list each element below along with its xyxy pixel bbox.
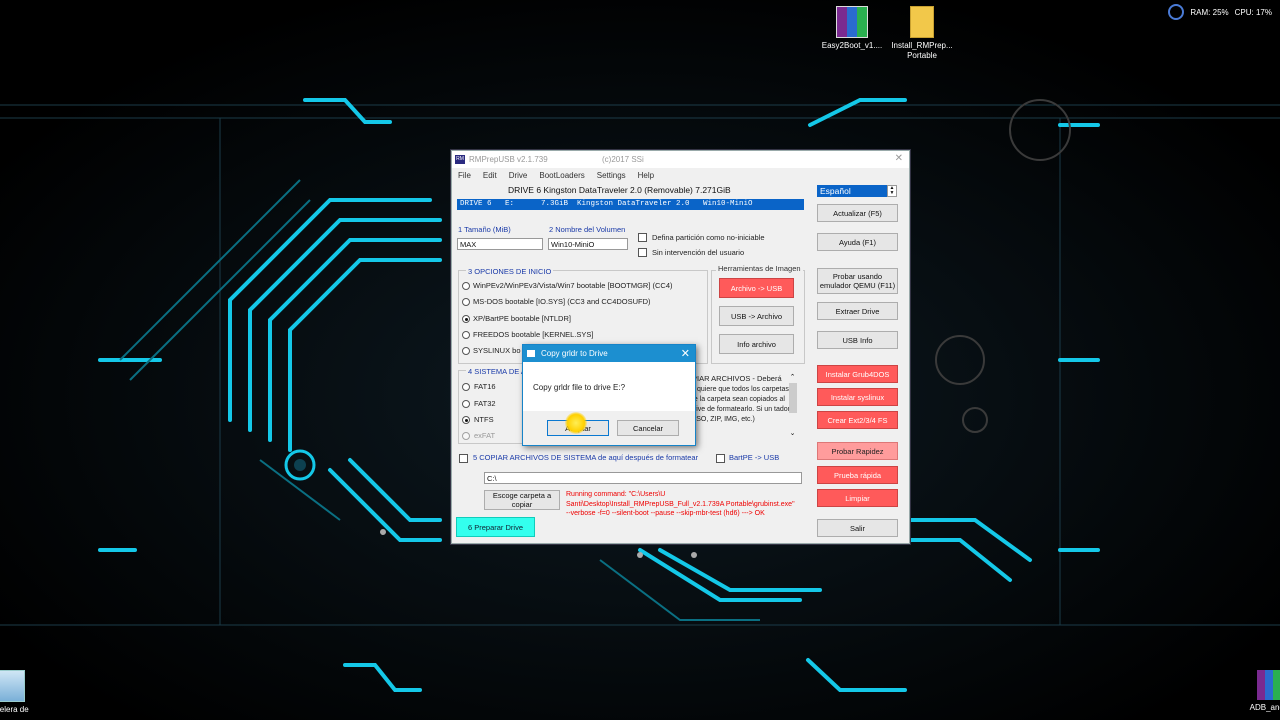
copy-system-files-checkbox[interactable] bbox=[459, 454, 468, 463]
copy-files-description: si quiere que todos los carpetas de la c… bbox=[690, 386, 790, 423]
radio-freedos[interactable] bbox=[462, 331, 470, 339]
image-tools-label: Herramientas de Imagen bbox=[716, 264, 803, 273]
close-icon[interactable]: ✕ bbox=[681, 347, 690, 360]
bartpe-label: BartPE -> USB bbox=[729, 453, 780, 462]
non-bootable-checkbox[interactable] bbox=[638, 233, 647, 242]
create-ext-fs-button[interactable]: Crear Ext2/3/4 FS bbox=[817, 411, 898, 429]
non-bootable-label: Defina partición como no-iniciable bbox=[652, 233, 765, 242]
menu-file[interactable]: File bbox=[452, 169, 477, 183]
command-log: Running command: "C:\Users\U Santi\Deskt… bbox=[566, 491, 795, 517]
refresh-button[interactable]: Actualizar (F5) bbox=[817, 204, 898, 222]
prepare-drive-button[interactable]: 6 Preparar Drive bbox=[456, 517, 535, 537]
system-monitor: RAM: 25% CPU: 17% bbox=[1168, 4, 1272, 20]
fs-fat16: FAT16 bbox=[474, 382, 496, 391]
fs-exfat: exFAT bbox=[474, 431, 496, 440]
menu-drive[interactable]: Drive bbox=[503, 169, 534, 183]
radio-ntfs[interactable] bbox=[462, 416, 470, 424]
boot-option-msdos: MS-DOS bootable [IO.SYS] (CC3 and CC4DOS… bbox=[473, 297, 651, 306]
menu-bootloaders[interactable]: BootLoaders bbox=[533, 169, 590, 183]
desktop-icon-recycle-bin[interactable]: pelera de bbox=[0, 670, 47, 715]
fs-fat32: FAT32 bbox=[474, 399, 496, 408]
source-path-input[interactable]: C:\ bbox=[484, 472, 802, 484]
scroll-up-icon[interactable]: ⌃ bbox=[788, 373, 797, 381]
boot-options-label: 3 OPCIONES DE INICIO bbox=[466, 267, 554, 276]
usb-info-button[interactable]: USB Info bbox=[817, 331, 898, 349]
menu-settings[interactable]: Settings bbox=[591, 169, 632, 183]
usb-to-file-button[interactable]: USB -> Archivo bbox=[719, 306, 794, 326]
radio-fat32[interactable] bbox=[462, 400, 470, 408]
archive-icon bbox=[1257, 670, 1280, 700]
exit-button[interactable]: Salir bbox=[817, 519, 898, 537]
dialog-title: Copy grldr to Drive bbox=[541, 349, 608, 358]
dialog-titlebar[interactable]: Copy grldr to Drive ✕ bbox=[523, 345, 695, 362]
monitor-gauge-icon bbox=[1168, 4, 1185, 20]
desktop-icon-adb[interactable]: ADB_and_ bbox=[1234, 670, 1280, 713]
recycle-bin-icon bbox=[0, 670, 25, 702]
volume-name-label: 2 Nombre del Volumen bbox=[549, 225, 626, 234]
copy-system-files-label: 5 COPIAR ARCHIVOS DE SISTEMA de aquí des… bbox=[473, 453, 699, 462]
copy-files-header: PIAR ARCHIVOS - Deberá bbox=[692, 374, 782, 383]
clean-button[interactable]: Limpiar bbox=[817, 489, 898, 507]
menu-bar: File Edit Drive BootLoaders Settings Hel… bbox=[452, 169, 909, 183]
filesystem-label: 4 SISTEMA DE A bbox=[466, 367, 528, 376]
window-title: RMPrepUSB v2.1.739 bbox=[469, 155, 548, 164]
qemu-test-button[interactable]: Probar usando emulador QEMU (F11) bbox=[817, 268, 898, 294]
ram-readout: RAM: 25% bbox=[1190, 7, 1229, 17]
window-copyright: (c)2017 SSi bbox=[602, 155, 644, 164]
boot-option-syslinux: SYSLINUX bo bbox=[473, 346, 521, 355]
boot-option-winpe: WinPEv2/WinPEv3/Vista/Win7 bootable [BOO… bbox=[473, 281, 673, 290]
install-syslinux-button[interactable]: Instalar syslinux bbox=[817, 388, 898, 406]
desktop-icon-label: Easy2Boot_v1.... bbox=[821, 41, 883, 50]
dialog-message: Copy grldr file to drive E:? bbox=[533, 383, 626, 392]
radio-msdos[interactable] bbox=[462, 298, 470, 306]
file-info-button[interactable]: Info archivo bbox=[719, 334, 794, 354]
volume-name-input[interactable]: Win10-MiniO bbox=[548, 238, 628, 250]
spin-arrows-icon[interactable]: ▲ ▼ bbox=[887, 185, 897, 197]
fs-ntfs: NTFS bbox=[474, 415, 494, 424]
app-icon: RM bbox=[455, 155, 465, 164]
eject-drive-button[interactable]: Extraer Drive bbox=[817, 302, 898, 320]
desktop-icon-label: ADB_and_ bbox=[1249, 703, 1280, 712]
boot-option-freedos: FREEDOS bootable [KERNEL.SYS] bbox=[473, 330, 594, 339]
language-select[interactable]: Español bbox=[817, 185, 887, 197]
cancel-button[interactable]: Cancelar bbox=[617, 420, 679, 436]
cpu-readout: CPU: 17% bbox=[1234, 7, 1272, 17]
menu-help[interactable]: Help bbox=[632, 169, 660, 183]
radio-syslinux[interactable] bbox=[462, 347, 470, 355]
radio-winpe[interactable] bbox=[462, 282, 470, 290]
window-titlebar[interactable]: RM RMPrepUSB v2.1.739 (c)2017 SSi ✕ bbox=[452, 151, 909, 168]
desktop-icon-label: Install_RMPrep... Portable bbox=[891, 41, 953, 60]
radio-fat16[interactable] bbox=[462, 383, 470, 391]
desktop-icon-install-rmprepusb[interactable]: Install_RMPrep... Portable bbox=[887, 6, 957, 61]
choose-folder-button[interactable]: Escoge carpeta a copiar bbox=[484, 490, 560, 510]
menu-edit[interactable]: Edit bbox=[477, 169, 503, 183]
radio-xp-bartpe[interactable] bbox=[462, 315, 470, 323]
drive-list-selected-row[interactable]: DRIVE 6 E: 7.3GiB Kingston DataTraveler … bbox=[457, 199, 804, 210]
install-grub4dos-button[interactable]: Instalar Grub4DOS bbox=[817, 365, 898, 383]
scroll-down-icon[interactable]: ⌄ bbox=[788, 429, 797, 437]
dialog-window-icon bbox=[527, 350, 535, 357]
size-label: 1 Tamaño (MiB) bbox=[458, 225, 511, 234]
dialog-button-area: Aceptar Cancelar bbox=[523, 411, 695, 445]
no-user-prompt-label: Sin intervención del usuario bbox=[652, 248, 745, 257]
help-button[interactable]: Ayuda (F1) bbox=[817, 233, 898, 251]
quick-test-button[interactable]: Prueba rápida bbox=[817, 466, 898, 484]
no-user-prompt-checkbox[interactable] bbox=[638, 248, 647, 257]
drive-title: DRIVE 6 Kingston DataTraveler 2.0 (Remov… bbox=[508, 185, 731, 195]
desktop-icon-label: pelera de bbox=[0, 705, 29, 714]
file-to-usb-button[interactable]: Archivo -> USB bbox=[719, 278, 794, 298]
copy-grldr-dialog: Copy grldr to Drive ✕ Copy grldr file to… bbox=[522, 344, 696, 446]
boot-option-xp-bartpe: XP/BartPE bootable [NTLDR] bbox=[473, 314, 571, 323]
winrar-archive-icon bbox=[836, 6, 868, 38]
folder-icon bbox=[910, 6, 934, 38]
bartpe-checkbox[interactable] bbox=[716, 454, 725, 463]
size-input[interactable]: MAX bbox=[457, 238, 543, 250]
close-icon[interactable]: ✕ bbox=[895, 153, 903, 164]
desktop-icon-easy2boot[interactable]: Easy2Boot_v1.... bbox=[817, 6, 887, 51]
description-scrollbar[interactable]: ⌃ ⌄ bbox=[788, 373, 797, 443]
mouse-cursor-highlight bbox=[565, 412, 587, 434]
speed-test-button[interactable]: Probar Rapidez bbox=[817, 442, 898, 460]
radio-exfat[interactable] bbox=[462, 432, 470, 440]
scroll-thumb[interactable] bbox=[788, 383, 797, 413]
